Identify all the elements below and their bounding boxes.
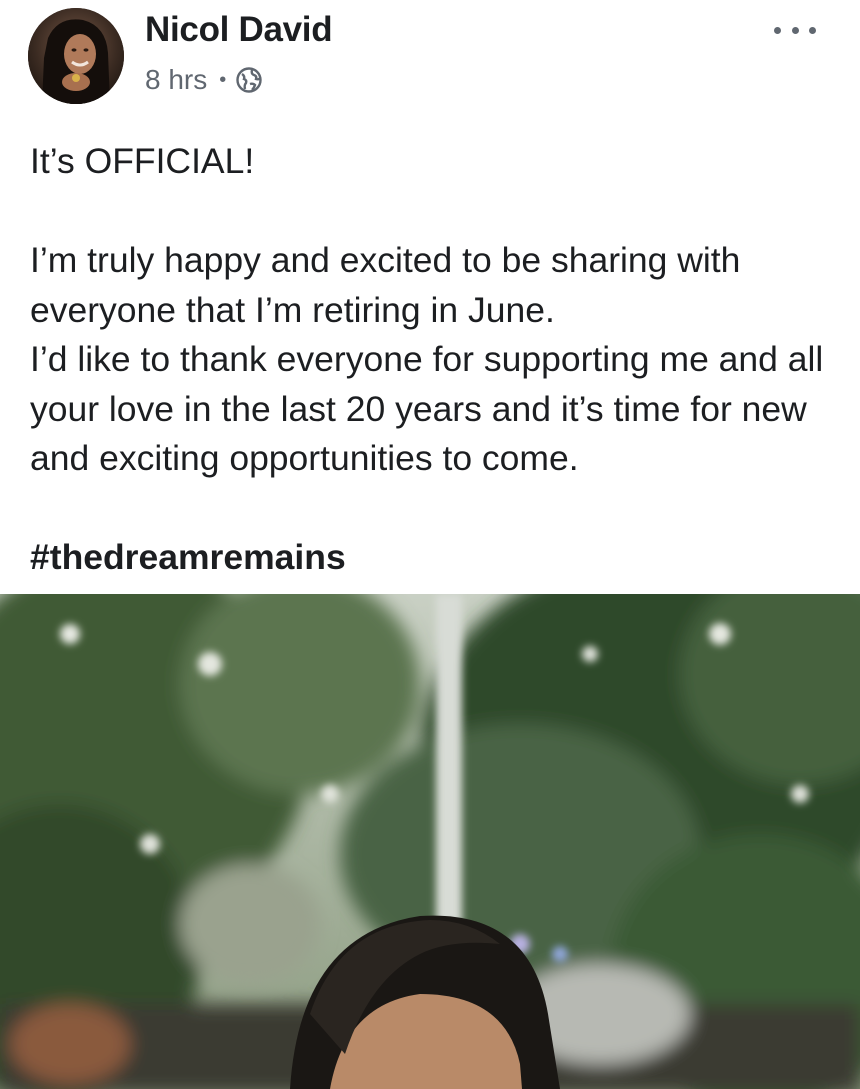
post-text-line: It’s OFFICIAL! [30, 141, 255, 181]
meta-separator: • [219, 68, 227, 91]
post-text-line: I’d like to thank everyone for supportin… [30, 339, 824, 478]
post-header: Nicol David 8 hrs • [0, 0, 860, 110]
more-dot [791, 26, 799, 34]
hashtag-link[interactable]: #thedreamremains [30, 533, 840, 583]
post-timestamp[interactable]: 8 hrs [145, 64, 207, 96]
photo-image [0, 594, 860, 1089]
post-text: It’s OFFICIAL! I’m truly happy and excit… [30, 137, 840, 583]
post-photo[interactable] [0, 594, 860, 1089]
avatar-photo [28, 8, 124, 104]
author-name[interactable]: Nicol David [145, 10, 333, 50]
post-meta: 8 hrs • [145, 62, 262, 98]
more-options-icon[interactable] [774, 18, 816, 42]
author-avatar[interactable] [28, 8, 124, 104]
post-text-line: I’m truly happy and excited to be sharin… [30, 240, 741, 330]
more-dot [809, 26, 816, 34]
more-dot [774, 26, 781, 34]
globe-icon[interactable] [236, 67, 262, 93]
